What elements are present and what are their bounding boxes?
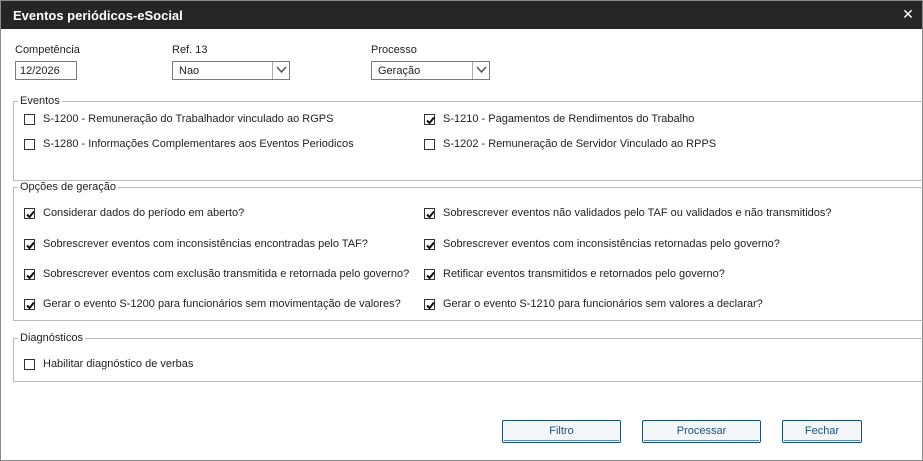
competencia-input[interactable]: [15, 61, 77, 80]
checkbox-checked[interactable]: [24, 207, 35, 219]
event-s1210-checkbox[interactable]: S-1210 - Pagamentos de Rendimentos do Tr…: [424, 113, 694, 125]
option-exclusao-transmitida-checkbox[interactable]: Sobrescrever eventos com exclusão transm…: [24, 268, 409, 280]
title-bar: Eventos periódicos-eSocial ✕: [1, 1, 922, 29]
checkbox-label: Considerar dados do período em aberto?: [43, 207, 245, 219]
checkbox-label: S-1200 - Remuneração do Trabalhador vinc…: [43, 113, 334, 125]
option-sobrescrever-nao-validados-checkbox[interactable]: Sobrescrever eventos não validados pelo …: [424, 207, 832, 219]
event-s1280-checkbox[interactable]: S-1280 - Informações Complementares aos …: [24, 138, 354, 150]
ref13-select[interactable]: Nao: [172, 61, 290, 80]
checkbox-checked[interactable]: [24, 238, 35, 250]
checkbox-checked[interactable]: [424, 298, 435, 310]
checkbox-checked[interactable]: [424, 113, 435, 125]
checkbox-box[interactable]: [24, 113, 35, 125]
checkbox-label: Habilitar diagnóstico de verbas: [43, 358, 194, 370]
checkbox-label: Sobrescrever eventos não validados pelo …: [443, 207, 832, 219]
checkbox-box[interactable]: [424, 138, 435, 150]
opcoes-legend: Opções de geração: [18, 181, 119, 193]
option-retificar-eventos-checkbox[interactable]: Retificar eventos transmitidos e retorna…: [424, 268, 725, 280]
processo-select[interactable]: Geração: [371, 61, 490, 80]
option-gerar-s1210-checkbox[interactable]: Gerar o evento S-1210 para funcionários …: [424, 298, 763, 310]
checkbox-box[interactable]: [24, 358, 35, 370]
processo-label: Processo: [371, 44, 417, 56]
option-inconsistencias-governo-checkbox[interactable]: Sobrescrever eventos com inconsistências…: [424, 238, 780, 250]
eventos-legend: Eventos: [18, 95, 62, 107]
checkbox-checked[interactable]: [24, 268, 35, 280]
diagnosticos-group: Diagnósticos Habilitar diagnóstico de ve…: [13, 332, 923, 382]
checkbox-box[interactable]: [24, 138, 35, 150]
checkbox-label: Retificar eventos transmitidos e retorna…: [443, 268, 725, 280]
diagnosticos-legend: Diagnósticos: [18, 332, 85, 344]
processar-button[interactable]: Processar: [642, 420, 761, 443]
checkbox-checked[interactable]: [424, 238, 435, 250]
checkbox-checked[interactable]: [424, 207, 435, 219]
esocial-dialog: Eventos periódicos-eSocial ✕ Competência…: [0, 0, 923, 461]
option-inconsistencias-taf-checkbox[interactable]: Sobrescrever eventos com inconsistências…: [24, 238, 368, 250]
close-icon[interactable]: ✕: [900, 6, 916, 22]
chevron-down-icon[interactable]: [472, 62, 489, 79]
chevron-down-icon[interactable]: [272, 62, 289, 79]
checkbox-label: Sobrescrever eventos com inconsistências…: [443, 238, 780, 250]
checkbox-label: Sobrescrever eventos com inconsistências…: [43, 238, 368, 250]
ref13-value: Nao: [179, 65, 200, 77]
habilitar-diagnostico-checkbox[interactable]: Habilitar diagnóstico de verbas: [24, 358, 193, 370]
option-gerar-s1200-checkbox[interactable]: Gerar o evento S-1200 para funcionários …: [24, 298, 401, 310]
processo-value: Geração: [378, 65, 421, 77]
checkbox-label: Sobrescrever eventos com exclusão transm…: [43, 268, 410, 280]
checkbox-label: S-1210 - Pagamentos de Rendimentos do Tr…: [443, 113, 695, 125]
checkbox-label: Gerar o evento S-1200 para funcionários …: [43, 298, 401, 310]
checkbox-label: S-1280 - Informações Complementares aos …: [43, 138, 354, 150]
ref13-label: Ref. 13: [172, 44, 208, 56]
checkbox-checked[interactable]: [424, 268, 435, 280]
checkbox-checked[interactable]: [24, 298, 35, 310]
checkbox-label: Gerar o evento S-1210 para funcionários …: [443, 298, 763, 310]
fechar-button[interactable]: Fechar: [782, 420, 862, 443]
eventos-group: Eventos S-1200 - Remuneração do Trabalha…: [13, 95, 923, 181]
competencia-label: Competência: [15, 44, 80, 56]
window-title: Eventos periódicos-eSocial: [13, 8, 183, 23]
option-considerar-periodo-checkbox[interactable]: Considerar dados do período em aberto?: [24, 207, 244, 219]
filtro-button[interactable]: Filtro: [502, 420, 621, 443]
checkbox-label: S-1202 - Remuneração de Servidor Vincula…: [443, 138, 717, 150]
event-s1202-checkbox[interactable]: S-1202 - Remuneração de Servidor Vincula…: [424, 138, 716, 150]
event-s1200-checkbox[interactable]: S-1200 - Remuneração do Trabalhador vinc…: [24, 113, 333, 125]
opcoes-group: Opções de geração Considerar dados do pe…: [13, 181, 923, 321]
